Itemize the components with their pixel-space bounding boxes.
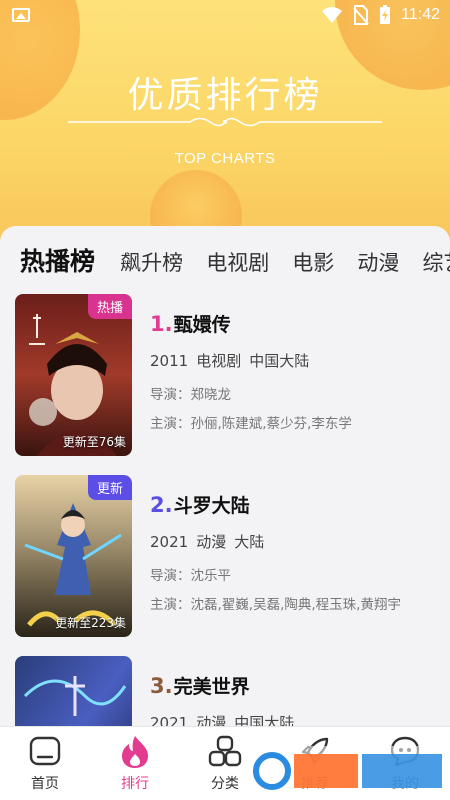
item-title-text: 完美世界: [173, 676, 250, 698]
poster-art: [15, 656, 132, 726]
item-info: 1.甄嬛传 2011 电视剧 中国大陆 导演：郑晓龙 主演：孙俪,陈建斌,蔡少芬,李…: [150, 310, 440, 432]
tab-anime[interactable]: 动漫: [357, 247, 399, 277]
ornament-divider: [68, 117, 382, 127]
poster-image[interactable]: 更新 更新至223集: [15, 475, 132, 637]
rank-number: 3.: [150, 674, 173, 698]
image-notification-icon: [12, 8, 30, 22]
nav-home[interactable]: 首页: [0, 727, 90, 800]
genre: 动漫: [196, 533, 227, 551]
year: 2021: [150, 533, 189, 551]
genre: 动漫: [196, 714, 227, 726]
year: 2011: [150, 352, 189, 370]
nav-label: 首页: [31, 776, 59, 792]
home-icon: [29, 736, 61, 766]
page-title: 优质排行榜: [127, 75, 323, 116]
status-badge: 更新: [87, 475, 132, 500]
ranking-list: 热播 更新至76集 1.甄嬛传 2011 电视剧 中国大陆 导演：郑晓龙 主演：孙俪…: [0, 294, 450, 726]
item-title[interactable]: 3.完美世界: [150, 672, 440, 699]
clock: 11:42: [401, 6, 440, 23]
status-badge: 热播: [87, 294, 132, 319]
item-meta: 2021 动漫 中国大陆: [150, 712, 440, 726]
rank-number: 2.: [150, 493, 173, 517]
cast: 主演：沈磊,翟巍,吴磊,陶典,程玉珠,黄翔宇: [150, 597, 401, 613]
item-meta: 2011 电视剧 中国大陆: [150, 350, 440, 371]
year: 2021: [150, 714, 189, 726]
region: 中国大陆: [234, 714, 295, 726]
nav-label: 排行: [121, 776, 149, 792]
category-tabs: 热播榜 飙升榜 电视剧 电影 动漫 综艺: [20, 242, 450, 278]
item-title-text: 斗罗大陆: [173, 495, 250, 517]
genre: 电视剧: [196, 352, 242, 370]
poster-image[interactable]: 热播 更新至76集: [15, 294, 132, 456]
ranking-panel: 热播榜 飙升榜 电视剧 电影 动漫 综艺: [0, 226, 450, 726]
item-info: 3.完美世界 2021 动漫 中国大陆: [150, 672, 440, 726]
item-title-text: 甄嬛传: [173, 314, 231, 336]
hero-banner: 11:42 优质排行榜 TOP CHARTS: [0, 0, 450, 245]
no-sim-icon: [353, 5, 369, 25]
battery-charging-icon: [380, 5, 391, 24]
item-title[interactable]: 1.甄嬛传: [150, 310, 440, 337]
director: 导演：沈乐平: [150, 568, 231, 584]
item-info: 2.斗罗大陆 2021 动漫 大陆 导演：沈乐平 主演：沈磊,翟巍,吴磊,陶典,程玉…: [150, 491, 440, 613]
director: 导演：郑晓龙: [150, 387, 231, 403]
grid-icon: [208, 735, 242, 767]
episode-count: 更新至223集: [55, 616, 126, 630]
poster-image[interactable]: [15, 656, 132, 726]
tab-hot[interactable]: 热播榜: [20, 242, 95, 278]
page-subtitle: TOP CHARTS: [174, 150, 276, 167]
rank-number: 1.: [150, 312, 173, 336]
site-watermark-logo: [252, 746, 448, 796]
episode-count: 更新至76集: [62, 435, 126, 449]
list-item[interactable]: 3.完美世界 2021 动漫 中国大陆: [0, 656, 450, 726]
item-title[interactable]: 2.斗罗大陆: [150, 491, 440, 518]
tab-tv-series[interactable]: 电视剧: [206, 247, 269, 277]
region: 大陆: [234, 533, 265, 551]
list-item[interactable]: 热播 更新至76集 1.甄嬛传 2011 电视剧 中国大陆 导演：郑晓龙 主演：孙俪…: [0, 294, 450, 475]
tab-rising[interactable]: 飙升榜: [120, 247, 183, 277]
tab-variety[interactable]: 综艺: [422, 247, 450, 277]
region: 中国大陆: [249, 352, 310, 370]
list-item[interactable]: 更新 更新至223集 2.斗罗大陆 2021 动漫 大陆 导演：沈乐平 主演：沈磊,…: [0, 475, 450, 656]
wifi-icon: [322, 7, 343, 23]
item-meta: 2021 动漫 大陆: [150, 531, 440, 552]
tab-movies[interactable]: 电影: [292, 247, 334, 277]
flame-icon: [122, 736, 148, 768]
status-bar: 11:42: [0, 0, 450, 30]
cast: 主演：孙俪,陈建斌,蔡少芬,李东学: [150, 416, 352, 432]
nav-ranking[interactable]: 排行: [90, 727, 180, 800]
